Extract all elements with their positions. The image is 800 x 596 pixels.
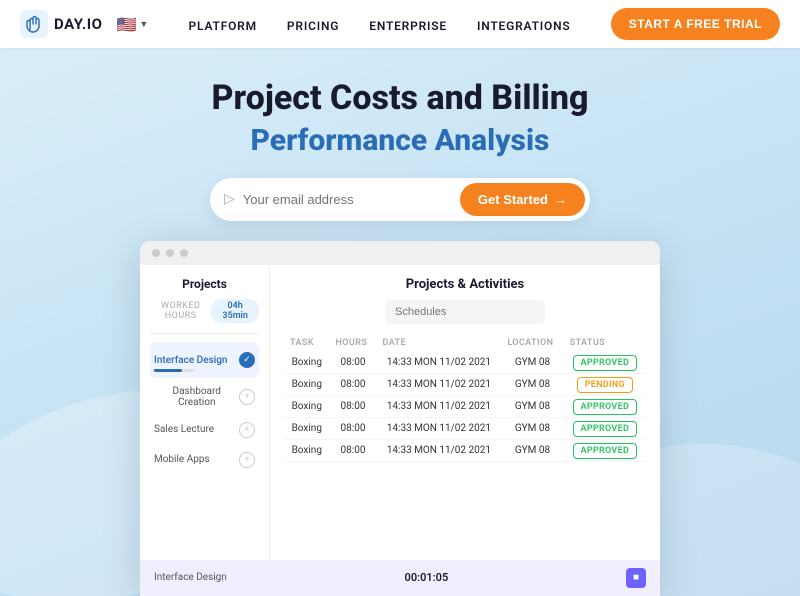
cell-status: APPROVED	[564, 352, 646, 374]
sidebar-divider	[150, 333, 259, 334]
cell-location: GYM 08	[501, 417, 563, 439]
table-row: Boxing 08:00 14:33 MON 11/02 2021 GYM 08…	[284, 439, 646, 461]
timer-stop-button[interactable]: ■	[626, 568, 646, 588]
activities-table: TASK HOURS DATE LOCATION STATUS Boxing 0…	[284, 334, 646, 462]
nav-links: PLATFORM PRICING ENTERPRISE INTEGRATIONS	[189, 15, 571, 34]
app-mockup: Projects Worked Hours 04h 35min Interfac…	[140, 241, 660, 596]
project-label: Sales Lecture	[154, 424, 214, 435]
cell-location: GYM 08	[501, 373, 563, 395]
project-icon: +	[239, 452, 255, 468]
table-row: Boxing 08:00 14:33 MON 11/02 2021 GYM 08…	[284, 373, 646, 395]
worked-hours-value: 04h 35min	[211, 299, 259, 323]
cell-date: 14:33 MON 11/02 2021	[376, 417, 501, 439]
cell-status: PENDING	[564, 373, 646, 395]
chevron-down-icon: ▼	[139, 19, 148, 30]
email-input[interactable]	[243, 192, 460, 207]
email-form: ▷ Get Started →	[210, 178, 590, 221]
email-icon: ▷	[224, 191, 235, 207]
logo-text: DAY.IO	[54, 15, 102, 33]
project-icon: +	[239, 422, 255, 438]
cell-status: APPROVED	[564, 395, 646, 417]
nav-item-pricing[interactable]: PRICING	[287, 15, 339, 34]
mockup-window: Projects Worked Hours 04h 35min Interfac…	[140, 241, 660, 596]
sidebar-project-interface-design[interactable]: Interface Design ✓	[150, 342, 259, 378]
status-badge: APPROVED	[573, 355, 638, 371]
cell-hours: 08:00	[330, 373, 377, 395]
get-started-button[interactable]: Get Started →	[460, 183, 585, 216]
cell-hours: 08:00	[330, 439, 377, 461]
nav-item-integrations[interactable]: INTEGRATIONS	[477, 15, 571, 34]
titlebar-dot-2	[166, 249, 174, 257]
flag-icon: 🇺🇸	[116, 15, 136, 34]
cell-status: APPROVED	[564, 417, 646, 439]
main-content: Projects & Activities TASK HOURS DATE LO…	[270, 265, 660, 560]
status-badge: APPROVED	[573, 421, 638, 437]
col-location: LOCATION	[501, 334, 563, 352]
timer-bar: Interface Design 00:01:05 ■	[140, 560, 660, 596]
projects-sidebar: Projects Worked Hours 04h 35min Interfac…	[140, 265, 270, 560]
col-date: DATE	[376, 334, 501, 352]
sidebar-project-dashboard[interactable]: Dashboard Creation +	[150, 380, 259, 414]
cell-location: GYM 08	[501, 352, 563, 374]
col-hours: HOURS	[330, 334, 377, 352]
titlebar	[140, 241, 660, 265]
cell-hours: 08:00	[330, 417, 377, 439]
arrow-icon: →	[554, 192, 567, 207]
worked-hours-label: Worked Hours	[150, 301, 211, 321]
project-label: Mobile Apps	[154, 454, 210, 465]
cell-location: GYM 08	[501, 395, 563, 417]
cell-task: Boxing	[284, 439, 330, 461]
col-status: STATUS	[564, 334, 646, 352]
nav-item-platform[interactable]: PLATFORM	[189, 15, 257, 34]
cell-task: Boxing	[284, 395, 330, 417]
progress-bar	[154, 369, 194, 372]
cell-hours: 08:00	[330, 352, 377, 374]
sidebar-project-sales[interactable]: Sales Lecture +	[150, 416, 259, 444]
cell-hours: 08:00	[330, 395, 377, 417]
schedules-search[interactable]	[385, 300, 545, 324]
cell-date: 14:33 MON 11/02 2021	[376, 373, 501, 395]
project-label: Interface Design	[154, 355, 228, 366]
col-task: TASK	[284, 334, 330, 352]
cell-task: Boxing	[284, 352, 330, 374]
section-title: Projects & Activities	[284, 277, 646, 292]
logo-hand-icon	[20, 10, 48, 38]
language-selector[interactable]: 🇺🇸 ▼	[116, 15, 148, 34]
sidebar-title: Projects	[150, 277, 259, 291]
logo[interactable]: DAY.IO 🇺🇸 ▼	[20, 10, 148, 38]
titlebar-dot-1	[152, 249, 160, 257]
cell-task: Boxing	[284, 373, 330, 395]
table-row: Boxing 08:00 14:33 MON 11/02 2021 GYM 08…	[284, 395, 646, 417]
cell-date: 14:33 MON 11/02 2021	[376, 439, 501, 461]
hero-headline2: Performance Analysis	[20, 123, 780, 158]
titlebar-dot-3	[180, 249, 188, 257]
nav-item-enterprise[interactable]: ENTERPRISE	[369, 15, 447, 34]
project-icon: +	[239, 389, 255, 405]
hero-headline1: Project Costs and Billing	[20, 78, 780, 119]
timer-project-label: Interface Design	[154, 572, 227, 583]
mockup-body: Projects Worked Hours 04h 35min Interfac…	[140, 265, 660, 560]
worked-hours-row: Worked Hours 04h 35min	[150, 299, 259, 323]
table-row: Boxing 08:00 14:33 MON 11/02 2021 GYM 08…	[284, 352, 646, 374]
cell-location: GYM 08	[501, 439, 563, 461]
cell-task: Boxing	[284, 417, 330, 439]
navbar: DAY.IO 🇺🇸 ▼ PLATFORM PRICING ENTERPRISE …	[0, 0, 800, 48]
project-label: Dashboard Creation	[154, 386, 239, 408]
status-badge: PENDING	[577, 377, 633, 393]
hero-section: Project Costs and Billing Performance An…	[0, 48, 800, 596]
timer-time: 00:01:05	[405, 571, 449, 584]
cell-status: APPROVED	[564, 439, 646, 461]
project-active-icon: ✓	[239, 352, 255, 368]
table-row: Boxing 08:00 14:33 MON 11/02 2021 GYM 08…	[284, 417, 646, 439]
status-badge: APPROVED	[573, 399, 638, 415]
cell-date: 14:33 MON 11/02 2021	[376, 352, 501, 374]
status-badge: APPROVED	[573, 443, 638, 459]
sidebar-project-mobile[interactable]: Mobile Apps +	[150, 446, 259, 474]
start-free-trial-button[interactable]: START A FREE TRIAL	[611, 8, 780, 40]
cell-date: 14:33 MON 11/02 2021	[376, 395, 501, 417]
